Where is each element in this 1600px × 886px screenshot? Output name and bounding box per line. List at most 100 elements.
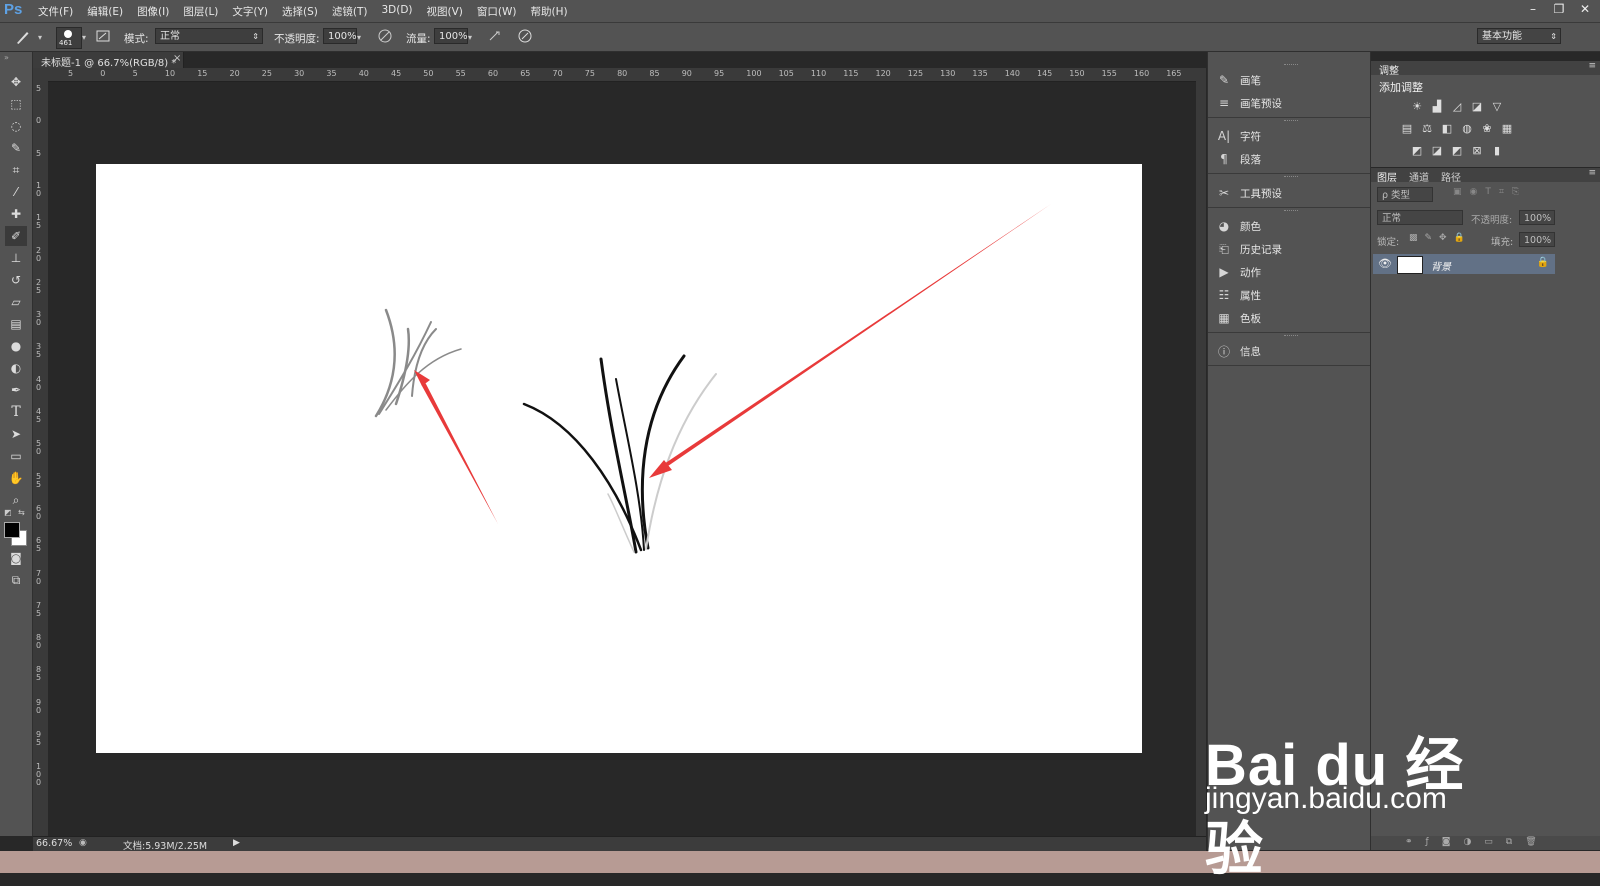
dock-item-paragraph[interactable]: ¶ 段落 bbox=[1216, 149, 1261, 169]
opacity-input[interactable]: 100% bbox=[323, 28, 357, 44]
invert-icon[interactable]: ◩ bbox=[1409, 143, 1425, 159]
menu-layer[interactable]: 图层(L) bbox=[183, 4, 218, 19]
dock-item-color[interactable]: ◕ 颜色 bbox=[1216, 216, 1261, 236]
eyedropper-tool-icon[interactable]: ⁄ bbox=[5, 182, 27, 202]
dock-item-tool-presets[interactable]: ✂ 工具预设 bbox=[1216, 183, 1282, 203]
dock-item-brush[interactable]: ✎ 画笔 bbox=[1216, 70, 1261, 90]
dock-item-character[interactable]: A| 字符 bbox=[1216, 126, 1261, 146]
zoom-level[interactable]: 66.67% bbox=[36, 838, 72, 849]
curves-icon[interactable]: ◿ bbox=[1449, 99, 1465, 115]
marquee-tool-icon[interactable]: ⬚ bbox=[5, 94, 27, 114]
flow-slider-toggle-icon[interactable]: ▾ bbox=[468, 33, 472, 42]
panel-menu-icon[interactable]: ≡ bbox=[1588, 168, 1596, 178]
lock-icons[interactable]: ▩✎✥🔒 bbox=[1409, 233, 1472, 243]
menu-file[interactable]: 文件(F) bbox=[38, 4, 73, 19]
blur-tool-icon[interactable]: ● bbox=[5, 336, 27, 356]
layer-filter-select[interactable]: ρ 类型 bbox=[1377, 187, 1433, 202]
menu-edit[interactable]: 编辑(E) bbox=[87, 4, 123, 19]
zoom-tool-icon[interactable]: ⌕ bbox=[5, 490, 27, 510]
foreground-color-swatch[interactable] bbox=[4, 522, 20, 538]
type-tool-icon[interactable]: T bbox=[5, 402, 27, 422]
menu-help[interactable]: 帮助(H) bbox=[531, 4, 568, 19]
lasso-tool-icon[interactable]: ◌ bbox=[5, 116, 27, 136]
dock-item-brush-presets[interactable]: ≡ 画笔预设 bbox=[1216, 93, 1282, 113]
panel-menu-icon[interactable]: ≡ bbox=[1588, 61, 1596, 71]
document-tab[interactable]: 未标题-1 @ 66.7%(RGB/8) * × bbox=[33, 52, 184, 69]
shape-tool-icon[interactable]: ▭ bbox=[5, 446, 27, 466]
channel-mixer-icon[interactable]: ❀ bbox=[1479, 121, 1495, 137]
opacity-slider-toggle-icon[interactable]: ▾ bbox=[357, 33, 361, 42]
eraser-tool-icon[interactable]: ▱ bbox=[5, 292, 27, 312]
layer-filter-icons[interactable]: ▣◉T⌗⎘ bbox=[1453, 187, 1527, 197]
vibrance-icon[interactable]: ▽ bbox=[1489, 99, 1505, 115]
selective-color-icon[interactable]: ⊠ bbox=[1469, 143, 1485, 159]
status-menu-arrow-icon[interactable]: ▶ bbox=[233, 838, 240, 848]
menu-filter[interactable]: 滤镜(T) bbox=[332, 4, 368, 19]
gradient-map-icon[interactable]: ▮ bbox=[1489, 143, 1505, 159]
levels-icon[interactable]: ▟ bbox=[1429, 99, 1445, 115]
pressure-size-icon[interactable] bbox=[516, 28, 534, 46]
panel-grip[interactable] bbox=[1284, 64, 1298, 68]
dock-item-properties[interactable]: ☷ 属性 bbox=[1216, 285, 1261, 305]
exposure-icon[interactable]: ◪ bbox=[1469, 99, 1485, 115]
menu-window[interactable]: 窗口(W) bbox=[477, 4, 517, 19]
collapse-arrows-icon[interactable]: » bbox=[4, 53, 9, 62]
status-info-icon[interactable]: ◉ bbox=[79, 838, 87, 848]
tab-paths[interactable]: 路径 bbox=[1441, 169, 1461, 184]
ruler-corner[interactable] bbox=[33, 68, 48, 81]
gradient-tool-icon[interactable]: ▤ bbox=[5, 314, 27, 334]
tab-layers[interactable]: 图层 bbox=[1377, 169, 1397, 184]
eye-icon[interactable]: 👁 bbox=[1378, 257, 1392, 270]
panel-grip[interactable] bbox=[1284, 335, 1298, 339]
screen-mode-icon[interactable]: ⧉ bbox=[5, 570, 27, 590]
tab-channels[interactable]: 通道 bbox=[1409, 169, 1429, 184]
workspace-select[interactable]: 基本功能 ⇕ bbox=[1477, 28, 1561, 44]
layer-opacity-input[interactable]: 100% bbox=[1519, 210, 1555, 225]
restore-button[interactable]: ❐ bbox=[1550, 2, 1568, 16]
color-balance-icon[interactable]: ⚖ bbox=[1419, 121, 1435, 137]
pressure-opacity-icon[interactable] bbox=[376, 28, 394, 46]
brightness-contrast-icon[interactable]: ☀ bbox=[1409, 99, 1425, 115]
dock-item-history[interactable]: ⎗ 历史记录 bbox=[1216, 239, 1282, 259]
history-brush-tool-icon[interactable]: ↺ bbox=[5, 270, 27, 290]
color-lookup-icon[interactable]: ▦ bbox=[1499, 121, 1515, 137]
hue-saturation-icon[interactable]: ▤ bbox=[1399, 121, 1415, 137]
close-button[interactable]: ✕ bbox=[1576, 2, 1594, 16]
layer-fill-input[interactable]: 100% bbox=[1519, 232, 1555, 247]
layer-row-background[interactable]: 👁 背景 🔒 bbox=[1373, 254, 1555, 274]
dock-item-swatches[interactable]: ▦ 色板 bbox=[1216, 308, 1261, 328]
tool-preset-dropdown-icon[interactable]: ▾ bbox=[38, 33, 42, 42]
threshold-icon[interactable]: ◩ bbox=[1449, 143, 1465, 159]
panel-grip[interactable] bbox=[1284, 120, 1298, 124]
brush-tool-icon[interactable]: ✐ bbox=[5, 226, 27, 246]
posterize-icon[interactable]: ◪ bbox=[1429, 143, 1445, 159]
layer-name[interactable]: 背景 bbox=[1431, 258, 1451, 273]
panel-grip[interactable] bbox=[1284, 210, 1298, 214]
menu-3d[interactable]: 3D(D) bbox=[381, 4, 412, 19]
brush-preset-picker[interactable]: 461 bbox=[56, 27, 82, 49]
swap-colors-icon[interactable]: ⇆ bbox=[18, 508, 25, 517]
menu-view[interactable]: 视图(V) bbox=[427, 4, 463, 19]
mode-select[interactable]: 正常 ⇕ bbox=[155, 28, 263, 44]
dock-item-info[interactable]: ⓘ 信息 bbox=[1216, 341, 1261, 361]
document-close-icon[interactable]: × bbox=[173, 53, 181, 64]
chevron-down-icon[interactable]: ▾ bbox=[82, 33, 86, 42]
hand-tool-icon[interactable]: ✋ bbox=[5, 468, 27, 488]
crop-tool-icon[interactable]: ⌗ bbox=[5, 160, 27, 180]
brush-panel-toggle-icon[interactable] bbox=[94, 28, 112, 46]
quick-select-tool-icon[interactable]: ✎ bbox=[5, 138, 27, 158]
menu-image[interactable]: 图像(I) bbox=[137, 4, 169, 19]
dodge-tool-icon[interactable]: ◐ bbox=[5, 358, 27, 378]
panel-grip[interactable] bbox=[1284, 176, 1298, 180]
black-white-icon[interactable]: ◧ bbox=[1439, 121, 1455, 137]
minimize-button[interactable]: – bbox=[1524, 2, 1542, 16]
flow-input[interactable]: 100% bbox=[434, 28, 468, 44]
quick-mask-icon[interactable]: ◙ bbox=[5, 548, 27, 568]
path-selection-tool-icon[interactable]: ➤ bbox=[5, 424, 27, 444]
dock-item-actions[interactable]: ▶ 动作 bbox=[1216, 262, 1261, 282]
blend-mode-select[interactable]: 正常 bbox=[1377, 210, 1463, 225]
healing-brush-tool-icon[interactable]: ✚ bbox=[5, 204, 27, 224]
brush-tool-icon[interactable] bbox=[14, 28, 32, 46]
default-colors-icon[interactable]: ◩ bbox=[4, 508, 12, 517]
menu-select[interactable]: 选择(S) bbox=[282, 4, 318, 19]
